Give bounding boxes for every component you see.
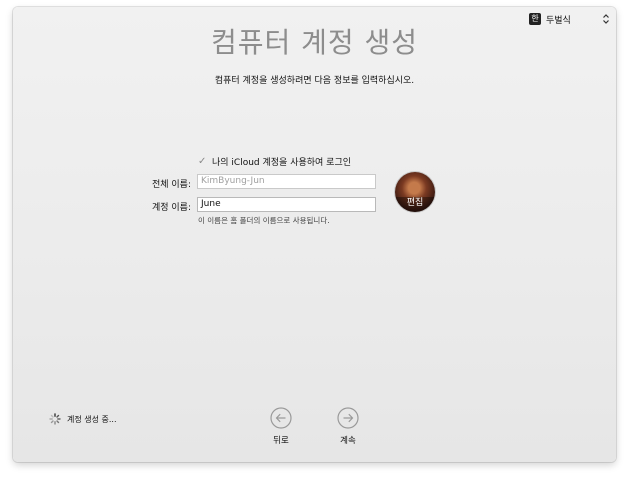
progress-status-text: 계정 생성 중... bbox=[67, 415, 117, 424]
account-name-field[interactable]: June bbox=[197, 197, 376, 212]
continue-label: 계속 bbox=[340, 436, 356, 446]
page-title: 컴퓨터 계정 생성 bbox=[210, 26, 419, 59]
icloud-login-checkbox[interactable]: ✓ 나의 iCloud 계정을 사용하여 로그인 bbox=[198, 155, 351, 168]
icloud-login-label: 나의 iCloud 계정을 사용하여 로그인 bbox=[212, 158, 352, 168]
page-subtitle: 컴퓨터 계정을 생성하려면 다음 정보를 입력하십시오. bbox=[214, 76, 415, 86]
setup-window: 한 두벌식 컴퓨터 계정 생성 컴퓨터 계정을 생성하려면 다음 정보를 입력하… bbox=[13, 7, 616, 462]
account-name-helper: 이 이름은 홈 폴더의 이름으로 사용됩니다. bbox=[198, 216, 330, 225]
back-label: 뒤로 bbox=[273, 436, 289, 446]
account-name-label: 계정 이름: bbox=[151, 203, 191, 213]
user-avatar[interactable]: 편집 bbox=[395, 172, 435, 212]
continue-button[interactable]: 계속 bbox=[328, 407, 368, 451]
avatar-edit-button[interactable]: 편집 bbox=[395, 197, 435, 212]
back-button[interactable]: 뒤로 bbox=[261, 407, 301, 451]
arrow-right-circle-icon bbox=[337, 407, 359, 429]
full-name-field[interactable]: KimByung-Jun bbox=[197, 174, 376, 189]
arrow-left-circle-icon bbox=[270, 407, 292, 429]
spinner-icon bbox=[49, 413, 61, 425]
checkmark-icon[interactable]: ✓ bbox=[198, 156, 207, 167]
full-name-label: 전체 이름: bbox=[151, 180, 191, 190]
